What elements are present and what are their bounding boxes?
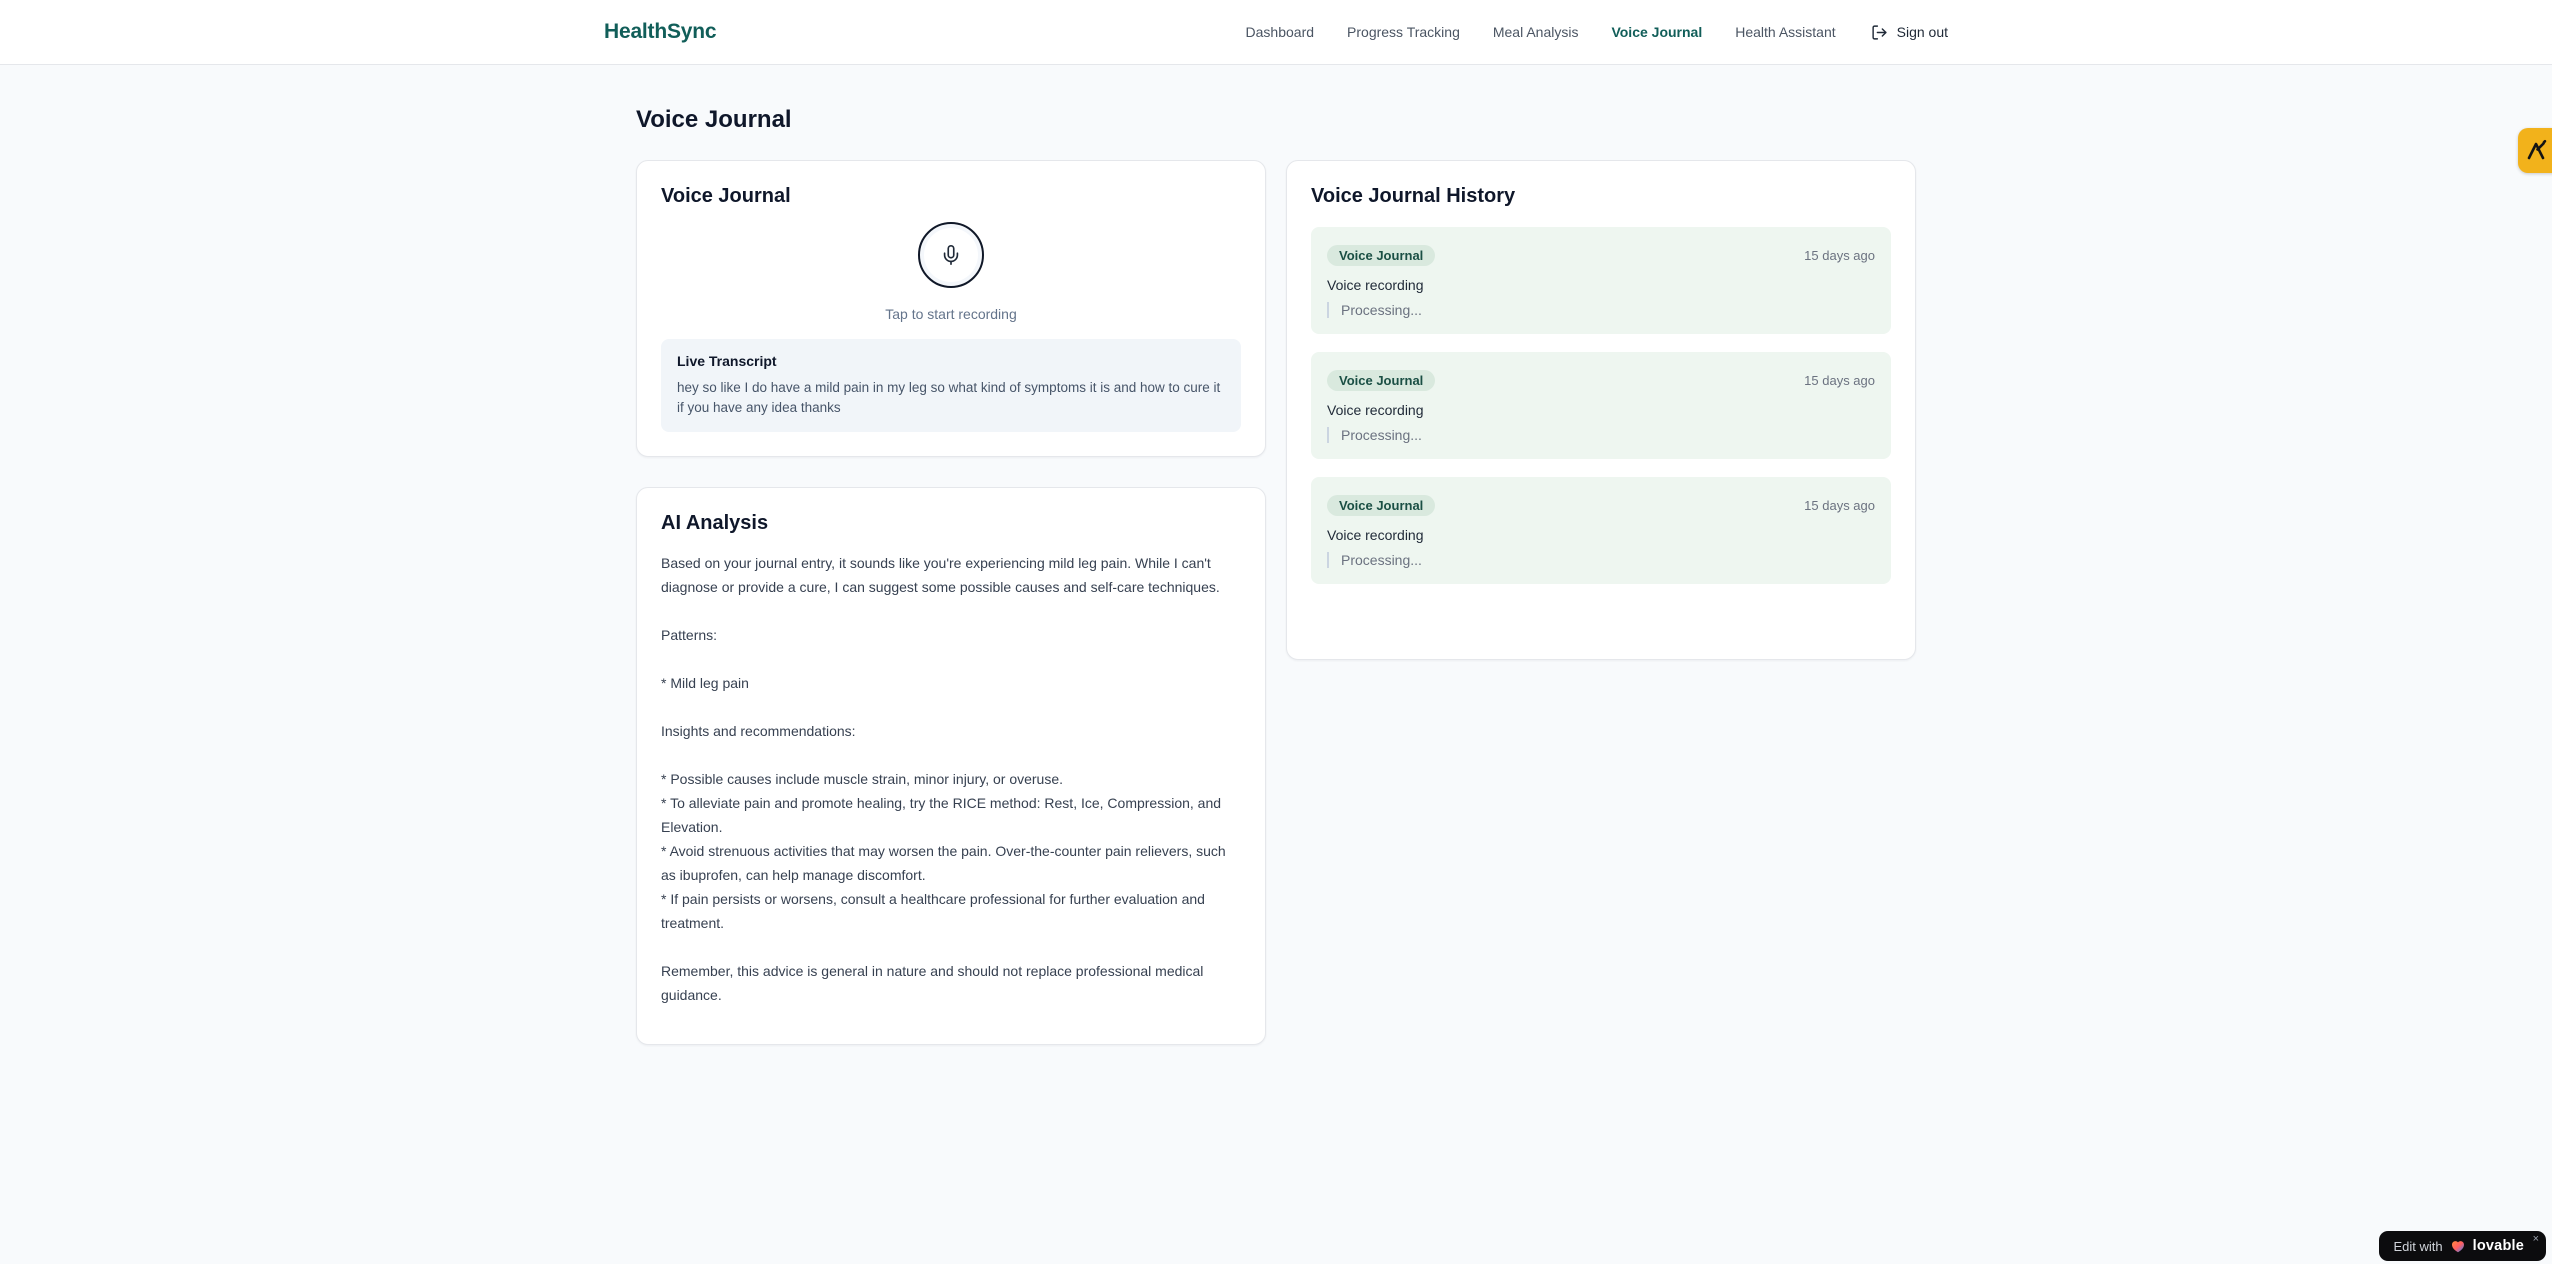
- ai-analysis-title: AI Analysis: [661, 512, 769, 534]
- record-button[interactable]: [918, 222, 984, 288]
- nav-item-health-assistant[interactable]: Health Assistant: [1735, 24, 1835, 40]
- tap-to-record-hint: Tap to start recording: [885, 306, 1017, 322]
- history-entry[interactable]: Voice Journal 15 days ago Voice recordin…: [1311, 227, 1891, 334]
- live-transcript-text: hey so like I do have a mild pain in my …: [677, 380, 1221, 415]
- microphone-icon: [940, 244, 962, 266]
- entry-timestamp: 15 days ago: [1804, 498, 1875, 513]
- app-logo[interactable]: HealthSync: [604, 20, 717, 44]
- page-content: Voice Journal Voice Journal Tap to start…: [636, 65, 1916, 1045]
- voice-journal-history-card: Voice Journal History Voice Journal 15 d…: [1286, 160, 1916, 660]
- voice-recorder-card: Voice Journal Tap to start recording Liv…: [636, 160, 1266, 457]
- main-nav: Dashboard Progress Tracking Meal Analysi…: [1246, 24, 1948, 41]
- entry-title: Voice recording: [1327, 527, 1424, 543]
- nav-item-progress-tracking[interactable]: Progress Tracking: [1347, 24, 1460, 40]
- ai-analysis-card: AI Analysis Based on your journal entry,…: [636, 487, 1266, 1045]
- recorder-card-title: Voice Journal: [661, 185, 791, 207]
- nav-item-voice-journal[interactable]: Voice Journal: [1611, 24, 1702, 40]
- entry-type-badge: Voice Journal: [1327, 245, 1436, 266]
- entry-timestamp: 15 days ago: [1804, 248, 1875, 263]
- entry-type-badge: Voice Journal: [1327, 495, 1436, 516]
- live-transcript-title: Live Transcript: [677, 353, 777, 369]
- entry-type-badge: Voice Journal: [1327, 370, 1436, 391]
- entry-timestamp: 15 days ago: [1804, 373, 1875, 388]
- lovable-side-badge[interactable]: [2518, 128, 2552, 173]
- page-title: Voice Journal: [636, 106, 792, 133]
- entry-title: Voice recording: [1327, 277, 1424, 293]
- entry-status: Processing...: [1327, 427, 1875, 443]
- history-entry[interactable]: Voice Journal 15 days ago Voice recordin…: [1311, 477, 1891, 584]
- entry-status: Processing...: [1327, 552, 1875, 568]
- sign-out-label: Sign out: [1896, 24, 1948, 40]
- lovable-mark-icon: [2524, 139, 2552, 163]
- edit-with-lovable-badge[interactable]: Edit with lovable ×: [2379, 1231, 2546, 1261]
- sign-out-button[interactable]: Sign out: [1871, 24, 1948, 41]
- entry-status: Processing...: [1327, 302, 1875, 318]
- history-card-title: Voice Journal History: [1311, 185, 1516, 207]
- close-icon[interactable]: ×: [2533, 1233, 2539, 1245]
- history-list: Voice Journal 15 days ago Voice recordin…: [1311, 227, 1891, 584]
- heart-icon: [2451, 1241, 2464, 1253]
- entry-title: Voice recording: [1327, 402, 1424, 418]
- history-entry[interactable]: Voice Journal 15 days ago Voice recordin…: [1311, 352, 1891, 459]
- lovable-wordmark: lovable: [2472, 1238, 2524, 1254]
- top-nav-bar: HealthSync Dashboard Progress Tracking M…: [0, 0, 2552, 65]
- nav-item-dashboard[interactable]: Dashboard: [1246, 24, 1315, 40]
- nav-item-meal-analysis[interactable]: Meal Analysis: [1493, 24, 1579, 40]
- live-transcript-box: Live Transcript hey so like I do have a …: [661, 339, 1241, 432]
- edit-with-label: Edit with: [2393, 1238, 2443, 1254]
- ai-analysis-text: Based on your journal entry, it sounds l…: [661, 555, 1226, 1003]
- log-out-icon: [1871, 24, 1888, 41]
